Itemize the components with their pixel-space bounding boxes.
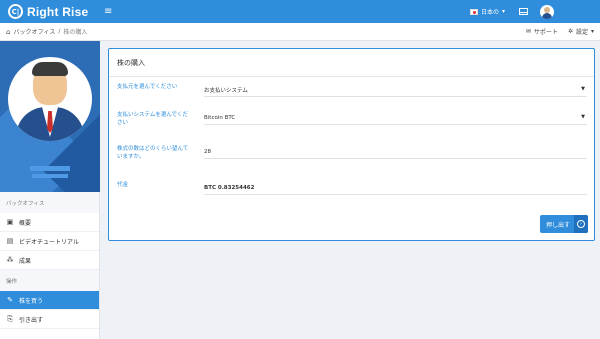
- avatar-head: [544, 6, 550, 13]
- payment-source-select[interactable]: お支払いシステム ▼: [204, 83, 587, 97]
- field-label: 株式の数はどのくらい望んていますか。: [117, 146, 189, 160]
- sidebar-item-label: 株を買う: [19, 297, 44, 305]
- sidebar-item-withdraw[interactable]: ⎘ 引き出す: [0, 310, 99, 329]
- mail-icon[interactable]: [519, 8, 528, 15]
- breadcrumb-separator: /: [58, 28, 61, 35]
- sidebar-section-operations: 操作: [0, 270, 99, 291]
- briefcase-icon: ▣: [6, 218, 14, 226]
- sidebar-item-buy-shares[interactable]: ✎ 株を買う: [0, 291, 99, 310]
- chevron-down-icon: ▾: [501, 8, 505, 15]
- divider: [109, 76, 594, 77]
- select-value: お支払いシステム: [204, 87, 248, 94]
- language-selector[interactable]: 日本の ▾: [469, 7, 505, 16]
- home-icon[interactable]: ⌂: [6, 28, 10, 36]
- sidebar-item-label: 概要: [19, 219, 32, 227]
- user-avatar[interactable]: [540, 4, 554, 19]
- network-icon: ⁂: [6, 256, 14, 264]
- profile-name-placeholder: [30, 166, 70, 171]
- language-label: 日本の: [480, 9, 499, 16]
- chevron-down-icon: ▾: [590, 28, 594, 35]
- sidebar-item-overview[interactable]: ▣ 概要: [0, 213, 99, 232]
- chat-icon: ✉: [525, 28, 531, 35]
- price-value-field: BTC 0.83254462: [204, 181, 587, 195]
- payment-system-select[interactable]: Bitcoin BTC ▼: [204, 111, 587, 125]
- submit-arrow: ›: [574, 215, 588, 233]
- hamburger-icon[interactable]: ≡: [104, 6, 112, 17]
- sidebar-item-label: ビデオチュートリアル: [19, 238, 79, 246]
- field-label: 支払いシステムを選んでください: [117, 112, 189, 126]
- sidebar-item-results[interactable]: ⁂ 成果: [0, 251, 99, 270]
- support-link[interactable]: ✉ サポート: [526, 27, 558, 36]
- field-label: 支払元を選んでください: [117, 84, 178, 90]
- arrow-right-circle-icon: ›: [577, 220, 585, 228]
- settings-menu[interactable]: ✲ 設定 ▾: [568, 27, 594, 36]
- caret-down-icon: ▼: [581, 86, 585, 92]
- breadcrumb-item-backoffice[interactable]: バックオフィス: [13, 27, 55, 36]
- input-value: 28: [204, 148, 211, 155]
- field-label: 代金: [117, 182, 129, 188]
- brand[interactable]: C| Right Rise: [0, 0, 100, 23]
- submit-label: 押し出す: [546, 221, 571, 229]
- support-label: サポート: [533, 29, 558, 36]
- sidebar-item-video-tutorial[interactable]: ▤ ビデオチュートリアル: [0, 232, 99, 251]
- profile-subtitle-placeholder: [32, 174, 68, 178]
- sidebar-item-label: 引き出す: [19, 316, 44, 324]
- profile-avatar[interactable]: [8, 57, 92, 141]
- settings-label: 設定: [575, 29, 588, 36]
- edit-icon: ✎: [7, 296, 13, 304]
- avatar-body: [542, 12, 552, 19]
- brand-logo-icon: C|: [8, 4, 23, 19]
- submit-button[interactable]: 押し出す ›: [540, 215, 588, 233]
- price-value: BTC 0.83254462: [204, 184, 255, 191]
- sidebar-section-backoffice: バックオフィス: [0, 192, 99, 213]
- breadcrumb-actions: ✉ サポート ✲ 設定 ▾: [526, 27, 594, 36]
- brand-name: Right Rise: [27, 4, 89, 19]
- page-title: 株の購入: [117, 59, 145, 67]
- video-icon: ▤: [6, 237, 14, 245]
- sidebar-item-label: 成果: [19, 257, 32, 265]
- top-navbar: C| Right Rise ≡ 日本の ▾: [0, 0, 600, 23]
- caret-down-icon: ▼: [581, 114, 585, 120]
- breadcrumb-item-current: 株の購入: [63, 29, 88, 36]
- breadcrumb: ⌂ バックオフィス / 株の購入 ✉ サポート ✲ 設定 ▾: [0, 23, 600, 41]
- select-value: Bitcoin BTC: [204, 114, 236, 121]
- gear-icon: ✲: [567, 28, 573, 35]
- withdraw-icon: ⎘: [7, 314, 13, 323]
- purchase-card: 株の購入 支払元を選んでください お支払いシステム ▼ 支払いシステムを選んでく…: [108, 48, 595, 241]
- japan-flag-icon: [469, 8, 478, 15]
- profile-panel: [0, 41, 100, 192]
- avatar-hair: [32, 62, 68, 76]
- top-right-controls: 日本の ▾: [469, 0, 600, 23]
- sidebar: バックオフィス ▣ 概要 ▤ ビデオチュートリアル ⁂ 成果 操作 ✎ 株を買う…: [0, 41, 100, 339]
- share-quantity-input[interactable]: 28: [204, 145, 587, 159]
